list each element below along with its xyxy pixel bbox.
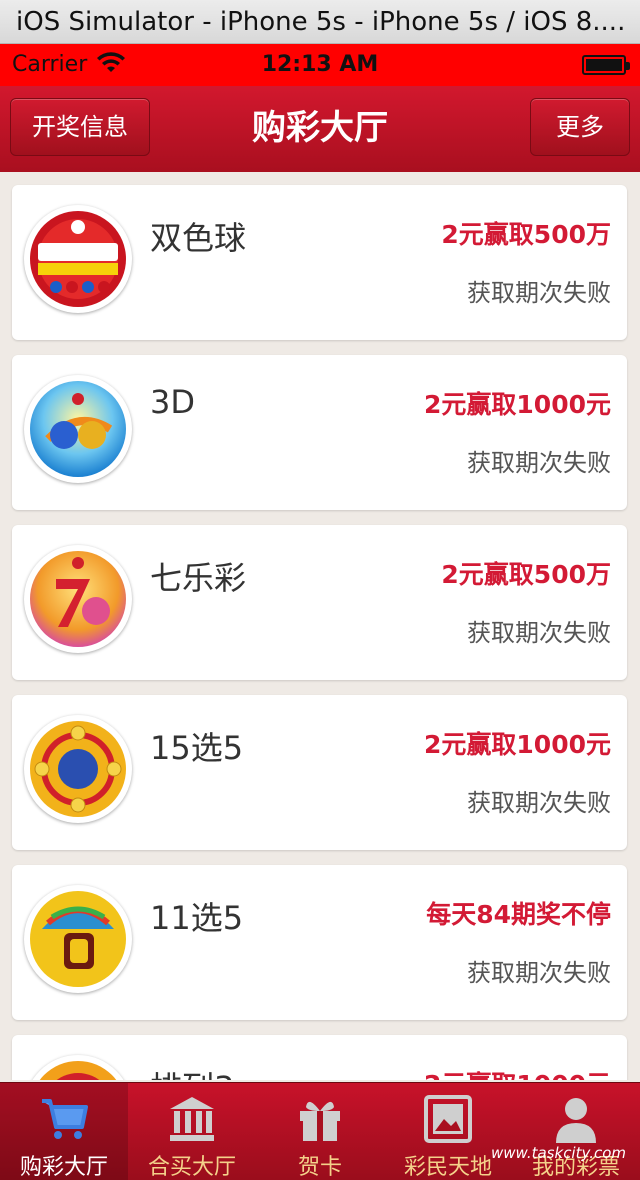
lottery-status: 获取期次失败	[467, 959, 611, 987]
tab-bar: 购彩大厅 合买大厅 贺卡 彩民天地 我的彩票	[0, 1082, 640, 1180]
tab-my-lottery[interactable]: 我的彩票	[512, 1083, 640, 1180]
lottery-name: 排列3	[150, 1063, 234, 1080]
more-button[interactable]: 更多	[530, 98, 630, 156]
lottery-card-qilecai[interactable]: 七乐彩 2元赢取500万 获取期次失败	[12, 525, 627, 680]
lottery-status: 获取期次失败	[467, 619, 611, 647]
tab-community[interactable]: 彩民天地	[384, 1083, 512, 1180]
bank-icon	[170, 1097, 214, 1141]
lottery-name: 15选5	[150, 729, 244, 767]
lottery-name: 11选5	[150, 899, 244, 937]
tab-label: 贺卡	[297, 1155, 342, 1180]
lottery-card-3d[interactable]: 3D 2元赢取1000元 获取期次失败	[12, 355, 627, 510]
cart-icon	[42, 1099, 88, 1139]
tab-label: 合买大厅	[147, 1155, 236, 1180]
union-lotto-logo	[24, 205, 132, 313]
lottery-card-pailie3[interactable]: 排列3 2元赢取1000元	[12, 1035, 627, 1080]
lottery-name: 3D	[150, 383, 195, 421]
pailie3-logo	[24, 1055, 132, 1080]
navigation-bar: 开奖信息 购彩大厅 更多	[0, 86, 640, 172]
tab-group-buy[interactable]: 合买大厅	[128, 1083, 256, 1180]
status-time: 12:13 AM	[261, 52, 379, 77]
3d-logo	[24, 375, 132, 483]
lottery-promo: 2元赢取1000元	[424, 1065, 611, 1080]
lottery-promo: 2元赢取1000元	[424, 730, 611, 759]
lottery-card-shuangseqiu[interactable]: 双色球 2元赢取500万 获取期次失败	[12, 185, 627, 340]
lottery-promo: 2元赢取1000元	[424, 390, 611, 419]
lottery-status: 获取期次失败	[467, 279, 611, 307]
lottery-card-11xuan5[interactable]: 11选5 每天84期奖不停 获取期次失败	[12, 865, 627, 1020]
lottery-promo: 每天84期奖不停	[426, 900, 611, 929]
lottery-status: 获取期次失败	[467, 789, 611, 817]
lottery-promo: 2元赢取500万	[441, 560, 611, 589]
battery-icon	[582, 55, 630, 75]
lottery-card-15xuan5[interactable]: 15选5 2元赢取1000元 获取期次失败	[12, 695, 627, 850]
watermark-text: www.taskcity.com	[491, 1144, 626, 1162]
lottery-name: 七乐彩	[150, 559, 247, 597]
qilecai-logo	[24, 545, 132, 653]
15xuan5-logo	[24, 715, 132, 823]
user-icon	[556, 1098, 596, 1143]
lottery-status: 获取期次失败	[467, 449, 611, 477]
lottery-promo: 2元赢取500万	[441, 220, 611, 249]
status-bar: Carrier 12:13 AM	[0, 44, 640, 86]
tab-greeting-card[interactable]: 贺卡	[256, 1083, 384, 1180]
photo-icon	[424, 1095, 472, 1143]
lottery-list[interactable]: 双色球 2元赢取500万 获取期次失败 3D 2元赢取1000元 获取期次失败	[0, 172, 640, 1080]
11xuan5-logo	[24, 885, 132, 993]
tab-lottery-hall[interactable]: 购彩大厅	[0, 1083, 128, 1180]
simulator-title-bar: iOS Simulator - iPhone 5s - iPhone 5s / …	[0, 0, 640, 44]
tab-label: 购彩大厅	[19, 1155, 108, 1180]
lottery-name: 双色球	[150, 219, 247, 257]
gift-icon	[300, 1101, 340, 1141]
